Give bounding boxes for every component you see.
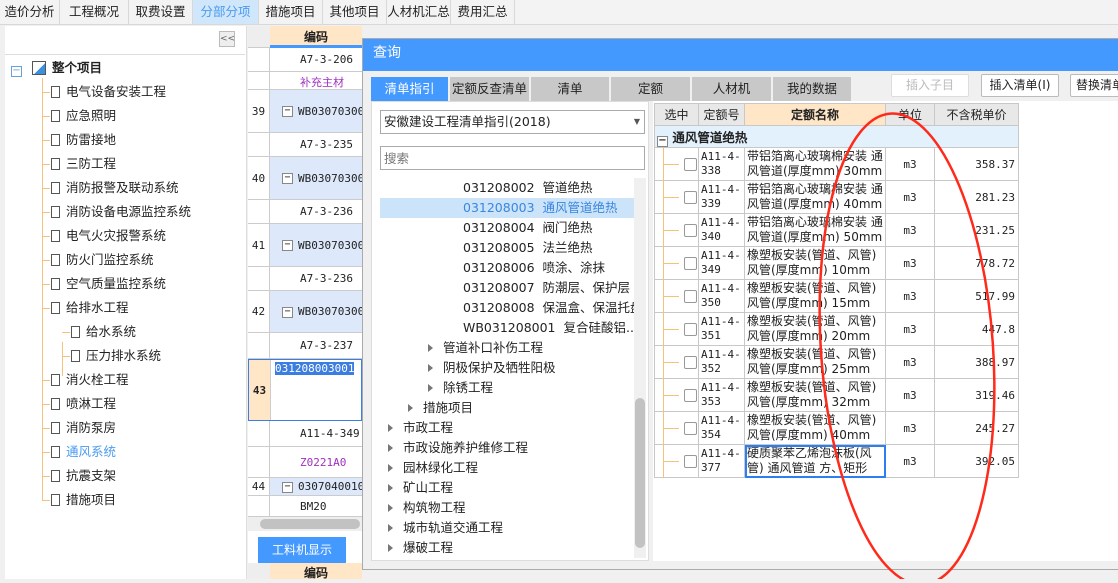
red-annotation-ellipse [818,112,996,579]
